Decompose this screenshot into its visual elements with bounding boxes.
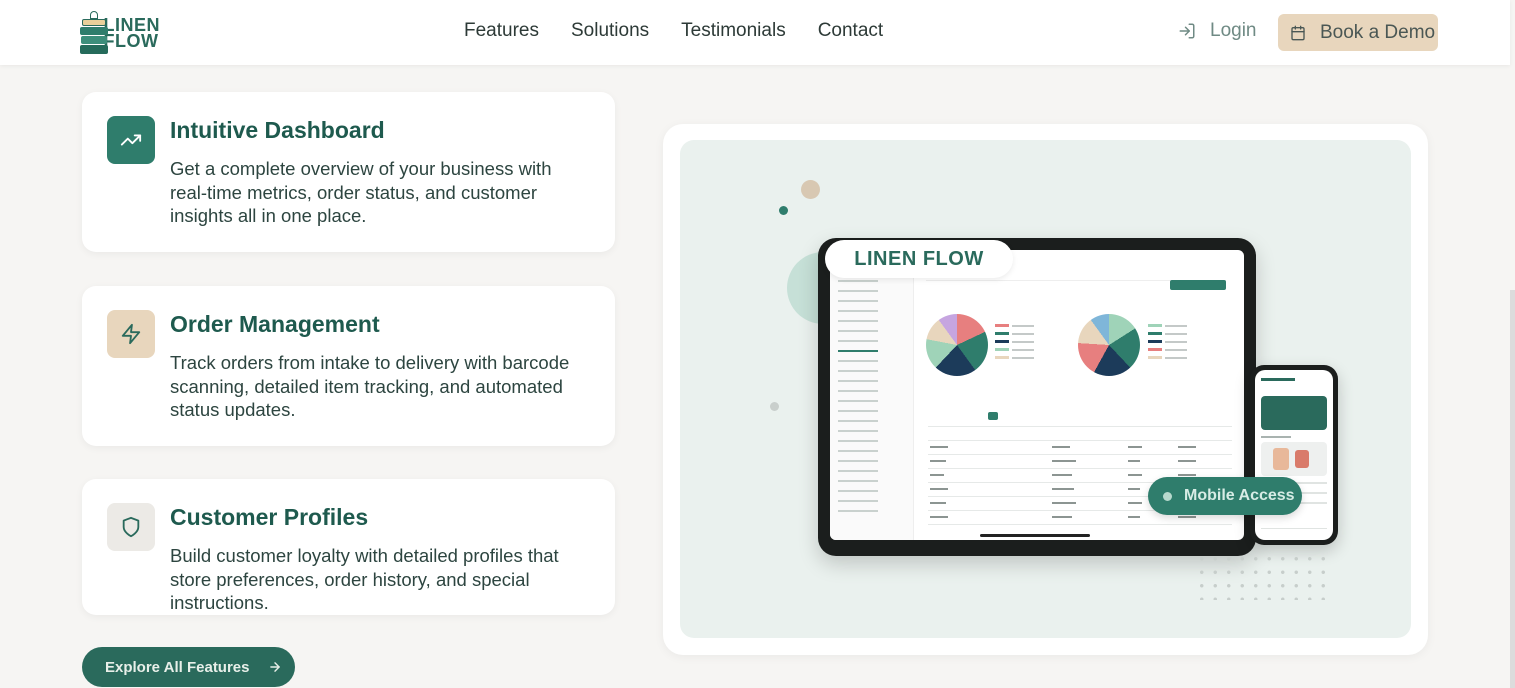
mobile-access-label: Mobile Access bbox=[1184, 487, 1295, 504]
feature-title: Customer Profiles bbox=[170, 504, 369, 530]
feature-title: Intuitive Dashboard bbox=[170, 117, 385, 143]
showcase-panel: LINEN FLOW Mobile Access bbox=[680, 140, 1411, 638]
mock-sidebar bbox=[830, 250, 914, 540]
nav-contact[interactable]: Contact bbox=[818, 20, 883, 42]
calendar-icon bbox=[1291, 25, 1305, 40]
logo[interactable]: LINEN FLOW bbox=[80, 10, 160, 56]
decor-dot bbox=[770, 402, 779, 411]
explore-features-button[interactable]: Explore All Features bbox=[82, 647, 295, 687]
decor-dot bbox=[801, 180, 820, 199]
arrow-right-icon bbox=[269, 662, 280, 672]
site-header: LINEN FLOW Features Solutions Testimonia… bbox=[0, 0, 1510, 65]
mock-pie-chart bbox=[1078, 314, 1140, 376]
linen-stack-icon bbox=[80, 11, 108, 55]
feature-icon-box bbox=[107, 503, 155, 551]
feature-card-customers: Customer Profiles Build customer loyalty… bbox=[82, 479, 615, 615]
nav-features[interactable]: Features bbox=[464, 20, 539, 42]
logo-text: LINEN FLOW bbox=[103, 16, 161, 51]
feature-description: Build customer loyalty with detailed pro… bbox=[170, 545, 559, 613]
main-nav: Features Solutions Testimonials Contact bbox=[464, 20, 883, 42]
explore-label: Explore All Features bbox=[105, 658, 250, 676]
login-label: Login bbox=[1210, 20, 1257, 41]
dot-grid-decoration bbox=[1195, 552, 1325, 600]
lightning-icon bbox=[121, 323, 141, 345]
mock-pie-chart bbox=[926, 314, 988, 376]
feature-icon-box bbox=[107, 116, 155, 164]
book-demo-label: Book a Demo bbox=[1320, 21, 1436, 43]
trending-up-icon bbox=[120, 134, 142, 146]
feature-icon-box bbox=[107, 310, 155, 358]
product-showcase: LINEN FLOW Mobile Access bbox=[663, 124, 1428, 655]
nav-solutions[interactable]: Solutions bbox=[571, 20, 649, 42]
logo-text-line2: FLOW bbox=[103, 31, 159, 51]
scrollbar[interactable] bbox=[1510, 290, 1515, 688]
login-link[interactable]: Login bbox=[1178, 20, 1257, 42]
book-demo-button[interactable]: Book a Demo bbox=[1278, 14, 1438, 51]
brand-badge: LINEN FLOW bbox=[825, 240, 1013, 278]
feature-card-dashboard: Intuitive Dashboard Get a complete overv… bbox=[82, 92, 615, 252]
sign-in-icon bbox=[1179, 23, 1195, 39]
feature-description: Track orders from intake to delivery wit… bbox=[170, 352, 570, 420]
phone-mockup bbox=[1250, 365, 1338, 545]
feature-title: Order Management bbox=[170, 311, 380, 337]
status-dot-icon bbox=[1163, 491, 1172, 501]
nav-testimonials[interactable]: Testimonials bbox=[681, 20, 786, 42]
decor-dot bbox=[779, 206, 788, 215]
feature-card-orders: Order Management Track orders from intak… bbox=[82, 286, 615, 446]
shield-icon bbox=[122, 516, 140, 538]
feature-description: Get a complete overview of your business… bbox=[170, 158, 552, 226]
mobile-access-badge: Mobile Access bbox=[1148, 477, 1302, 515]
